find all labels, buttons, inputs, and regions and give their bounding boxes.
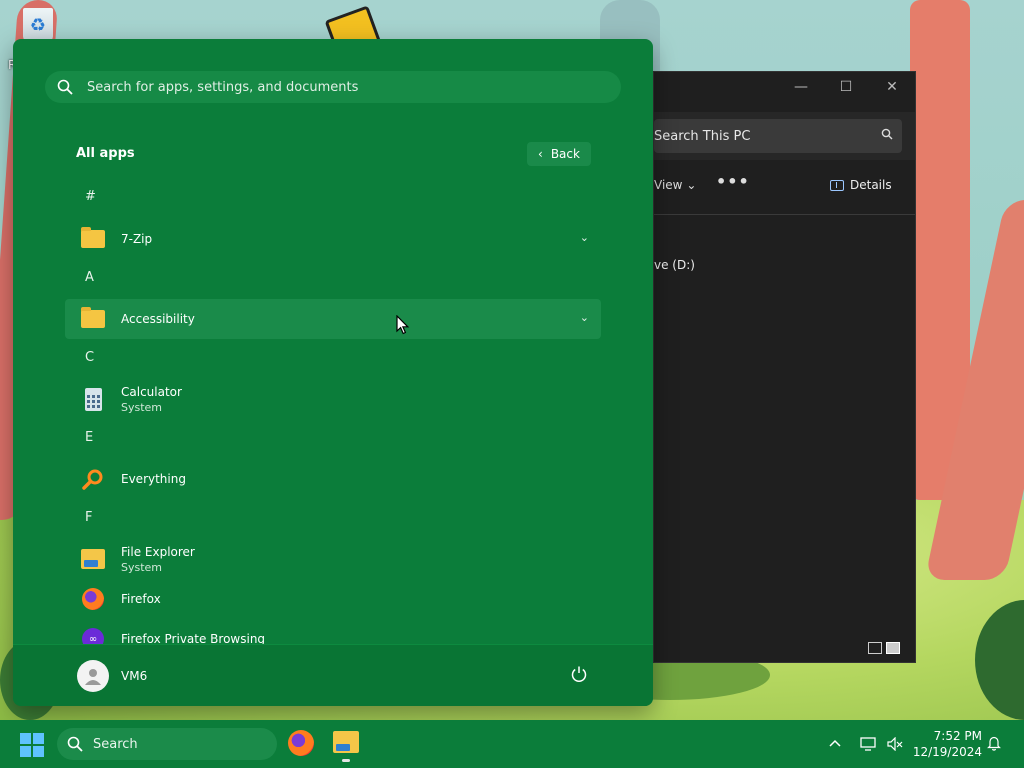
user-avatar[interactable] — [77, 660, 109, 692]
bell-icon — [987, 736, 1001, 751]
back-label: Back — [550, 147, 580, 161]
app-item-file-explorer[interactable]: File Explorer System — [65, 539, 601, 579]
file-explorer-window[interactable]: — ☐ ✕ Search This PC View ⌄ ••• Details … — [653, 71, 916, 663]
app-item-7zip[interactable]: 7-Zip ⌄ — [65, 219, 601, 259]
start-footer: VM6 — [13, 644, 653, 706]
back-button[interactable]: ‹ Back — [527, 142, 591, 166]
file-explorer-icon — [333, 731, 359, 753]
app-name: 7-Zip — [121, 232, 153, 246]
app-name: Calculator — [121, 384, 182, 399]
explorer-search-placeholder: Search This PC — [654, 128, 751, 144]
user-icon — [85, 669, 101, 685]
user-name[interactable]: VM6 — [121, 669, 147, 683]
large-icons-view-icon[interactable] — [886, 642, 900, 654]
app-name: Firefox — [121, 592, 161, 606]
windows-logo-icon — [20, 733, 31, 744]
maximize-button[interactable]: ☐ — [833, 76, 859, 98]
layout-buttons — [868, 642, 900, 654]
chevron-up-icon — [829, 739, 841, 747]
folder-icon — [81, 307, 105, 328]
app-name: Firefox Private Browsing — [121, 632, 266, 644]
network-icon — [860, 737, 876, 751]
app-item-firefox-private[interactable]: ∞ Firefox Private Browsing — [65, 619, 601, 644]
volume-muted-icon — [887, 737, 903, 751]
search-icon — [45, 79, 85, 95]
notifications-button[interactable] — [987, 735, 1001, 755]
start-search-input[interactable] — [85, 78, 621, 96]
firefox-private-icon: ∞ — [82, 628, 104, 644]
firefox-taskbar-icon[interactable] — [288, 730, 314, 756]
app-item-calculator[interactable]: Calculator System — [65, 379, 601, 419]
clock[interactable]: 7:52 PM 12/19/2024 — [912, 728, 982, 760]
chevron-left-icon: ‹ — [538, 147, 543, 161]
chevron-down-icon: ⌄ — [686, 178, 697, 192]
taskbar: Search 7:52 PM 12/19/2024 — [0, 720, 1024, 768]
explorer-address-bar: Search This PC — [654, 112, 915, 160]
search-icon — [57, 736, 93, 752]
everything-icon — [82, 469, 103, 490]
running-indicator — [342, 759, 350, 762]
more-options-button[interactable]: ••• — [716, 172, 750, 191]
group-letter[interactable]: A — [85, 270, 94, 285]
taskbar-search-label: Search — [93, 736, 138, 752]
volume-button[interactable] — [887, 720, 903, 768]
taskbar-search[interactable]: Search — [57, 728, 277, 760]
app-name: Everything — [121, 472, 186, 486]
group-letter[interactable]: E — [85, 430, 93, 445]
group-letter[interactable]: F — [85, 510, 92, 525]
app-item-firefox[interactable]: Firefox — [65, 579, 601, 619]
all-apps-list[interactable]: # 7-Zip ⌄ A Accessibility ⌄ C Calculator… — [65, 179, 601, 644]
power-icon — [571, 666, 587, 683]
group-letter[interactable]: C — [85, 350, 94, 365]
explorer-search-box[interactable]: Search This PC — [654, 119, 902, 153]
explorer-titlebar[interactable]: — ☐ ✕ — [654, 72, 915, 102]
app-name: Accessibility — [121, 312, 195, 326]
close-button[interactable]: ✕ — [879, 76, 905, 98]
group-letter[interactable]: # — [85, 189, 96, 204]
chevron-down-icon[interactable]: ⌄ — [580, 231, 589, 244]
search-icon — [872, 128, 902, 144]
app-name: File Explorer — [121, 544, 195, 559]
calculator-icon — [84, 387, 102, 411]
start-search-box[interactable] — [45, 71, 621, 103]
folder-icon — [81, 227, 105, 248]
clock-time: 7:52 PM — [933, 729, 982, 743]
network-button[interactable] — [860, 720, 876, 768]
app-subtitle: System — [121, 560, 163, 574]
clock-date: 12/19/2024 — [912, 745, 982, 759]
chevron-down-icon[interactable]: ⌄ — [580, 311, 589, 324]
start-button[interactable] — [20, 733, 44, 757]
drive-item-label[interactable]: ve (D:) — [654, 258, 695, 272]
view-label: View — [654, 178, 683, 192]
show-hidden-icons-button[interactable] — [829, 720, 841, 768]
start-menu: All apps ‹ Back # 7-Zip ⌄ A Accessibilit… — [13, 39, 653, 706]
firefox-icon — [82, 588, 104, 610]
details-pane-button[interactable]: Details — [830, 178, 892, 192]
details-label: Details — [850, 178, 892, 192]
app-item-everything[interactable]: Everything — [65, 459, 601, 499]
minimize-button[interactable]: — — [788, 76, 814, 98]
file-explorer-icon — [81, 549, 105, 569]
details-pane-icon — [830, 179, 844, 191]
power-button[interactable] — [570, 665, 592, 687]
details-view-icon[interactable] — [868, 642, 882, 654]
recycle-bin-icon: ♻ — [23, 8, 53, 42]
file-explorer-taskbar-button[interactable] — [333, 731, 359, 762]
app-item-accessibility[interactable]: Accessibility ⌄ — [65, 299, 601, 339]
app-subtitle: System — [121, 400, 163, 414]
view-menu-button[interactable]: View ⌄ — [654, 178, 696, 192]
explorer-command-bar: View ⌄ ••• Details — [654, 160, 915, 215]
all-apps-heading: All apps — [76, 146, 135, 161]
